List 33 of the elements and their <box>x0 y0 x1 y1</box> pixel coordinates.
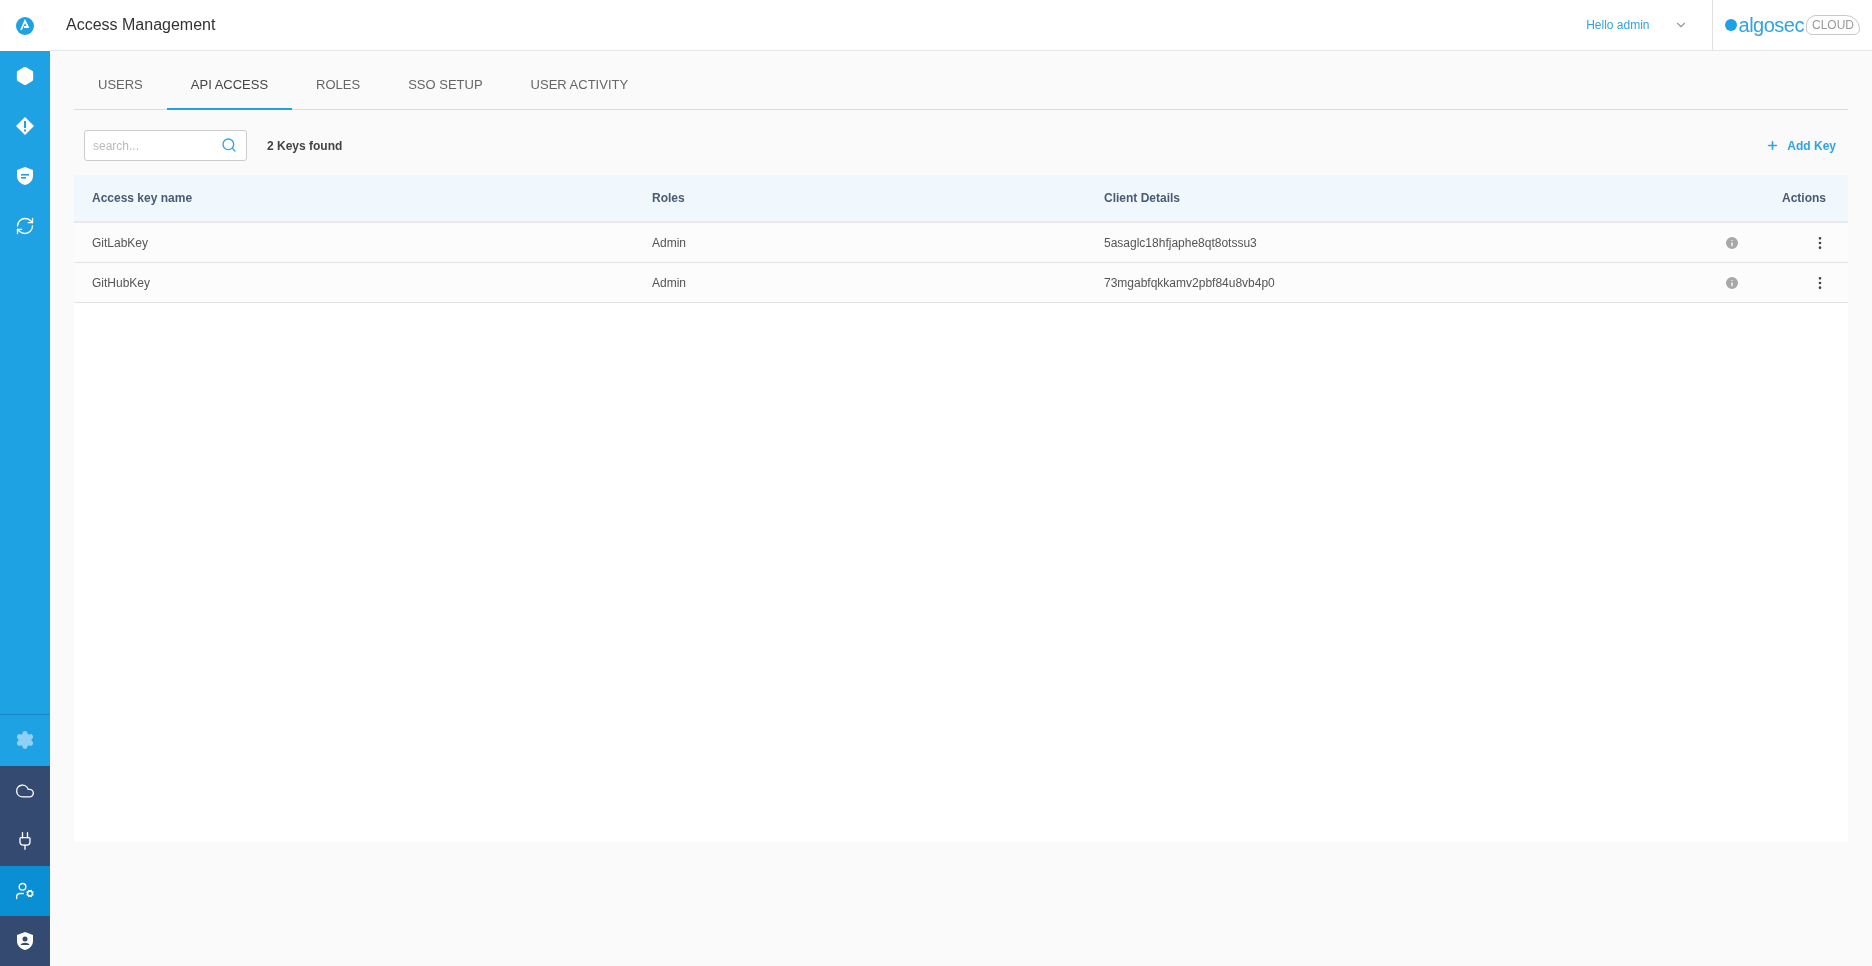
table-cell-text: 73mgabfqkkamv2pbf84u8vb4p0 <box>1104 275 1276 290</box>
column-header: Client Details <box>1104 191 1182 205</box>
column-header: Access key name <box>92 191 194 205</box>
tab[interactable]: USER ACTIVITY <box>506 59 653 110</box>
cloud-icon <box>15 781 35 801</box>
search-icon <box>221 137 237 153</box>
settings-icon <box>15 730 35 750</box>
table-cell-text: 5asaglc18hfjaphe8qt8otssu3 <box>1104 235 1258 250</box>
table-cell-text: GitLabKey <box>92 235 150 250</box>
page-title: Access Management <box>65 16 217 34</box>
column-header: Roles <box>652 191 686 205</box>
warning-diamond-icon <box>15 116 35 136</box>
column-header: Actions <box>1781 191 1827 205</box>
brand-name: algosec <box>1738 13 1804 37</box>
table-cell-text: Admin <box>652 275 687 290</box>
tab[interactable]: API ACCESS <box>166 59 293 110</box>
users-gear-icon <box>15 881 35 901</box>
table-cell-text: Admin <box>652 235 687 250</box>
tab[interactable]: SSO SETUP <box>384 59 507 110</box>
result-count: 2 Keys found <box>267 138 344 153</box>
shield-icon <box>16 166 34 186</box>
tab[interactable]: ROLES <box>292 59 385 110</box>
info-icon[interactable] <box>1724 234 1740 251</box>
info-icon[interactable] <box>1724 274 1740 291</box>
user-shield-icon <box>16 931 34 951</box>
table-cell-text: GitHubKey <box>92 275 152 290</box>
tab[interactable]: USERS <box>74 59 167 110</box>
plus-icon <box>1766 139 1780 152</box>
sync-icon <box>15 216 35 236</box>
brand-logo-icon <box>1724 19 1737 31</box>
search-field[interactable]: search... <box>84 130 247 161</box>
app-logo-icon <box>15 15 35 36</box>
user-menu[interactable]: Hello admin <box>1586 18 1712 32</box>
